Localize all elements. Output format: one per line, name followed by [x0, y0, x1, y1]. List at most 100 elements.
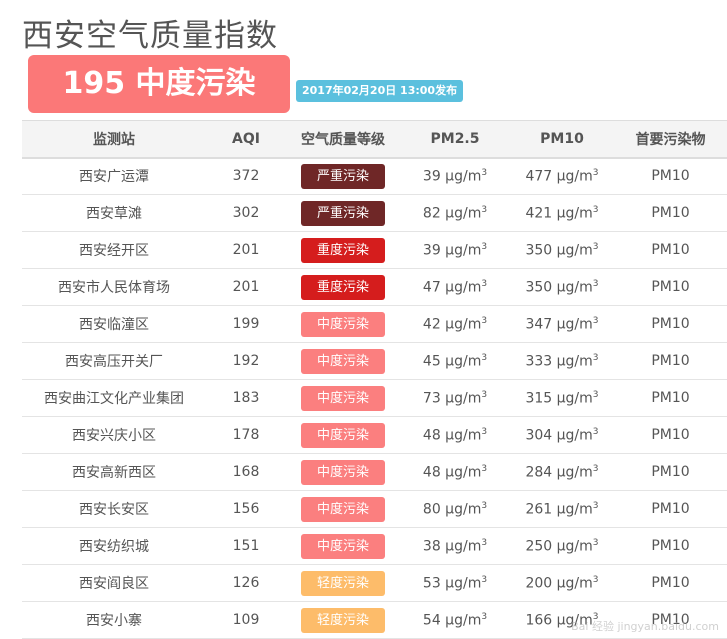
level-badge: 严重污染	[301, 200, 385, 226]
table-row: 西安经开区 201 重度污染 39 μg/m3 350 μg/m3 PM10	[22, 231, 727, 269]
station-name: 西安长安区	[79, 502, 149, 518]
table-row: 西安兴庆小区 178 中度污染 48 μg/m3 304 μg/m3 PM10	[22, 416, 727, 454]
level-badge: 轻度污染	[301, 607, 385, 633]
pm25-value: 80 μg/m	[422, 501, 482, 518]
level-badge: 中度污染	[301, 311, 385, 337]
unit-exponent: 3	[481, 278, 488, 289]
column-header-pm10: PM10	[510, 120, 614, 159]
pm25-cell: 53 μg/m3	[400, 564, 510, 602]
pm25-value: 48 μg/m	[422, 427, 482, 444]
unit-exponent: 3	[481, 574, 488, 585]
unit-exponent: 3	[481, 426, 488, 437]
aqi-value: 201	[232, 242, 260, 258]
level-cell: 中度污染	[286, 490, 400, 528]
column-header-station: 监测站	[22, 120, 206, 159]
station-name-cell: 西安纺织城	[22, 527, 206, 565]
aqi-cell: 192	[206, 342, 286, 380]
aqi-cell: 156	[206, 490, 286, 528]
aqi-value: 192	[232, 353, 260, 369]
primary-pollutant-cell: PM10	[614, 268, 727, 306]
level-cell: 中度污染	[286, 305, 400, 343]
unit-exponent: 3	[481, 352, 488, 363]
station-name: 西安市人民体育场	[58, 280, 170, 296]
unit-exponent: 3	[592, 537, 599, 548]
level-cell: 轻度污染	[286, 601, 400, 639]
column-header-pm25: PM2.5	[400, 120, 510, 159]
pm25-cell: 54 μg/m3	[400, 601, 510, 639]
pm25-value: 54 μg/m	[422, 612, 482, 629]
level-badge: 重度污染	[301, 274, 385, 300]
primary-pollutant-cell: PM10	[614, 231, 727, 269]
station-name-cell: 西安长安区	[22, 490, 206, 528]
station-name: 西安广运潭	[79, 169, 149, 186]
pm25-cell: 39 μg/m3	[400, 157, 510, 195]
aqi-value: 178	[232, 427, 260, 443]
aqi-cell: 302	[206, 194, 286, 232]
level-badge: 中度污染	[301, 385, 385, 411]
pm10-value: 477 μg/m	[525, 168, 593, 185]
unit-exponent: 3	[592, 204, 599, 215]
unit-exponent: 3	[592, 500, 599, 511]
pm10-value: 347 μg/m	[525, 316, 593, 333]
aqi-cell: 151	[206, 527, 286, 565]
station-name-cell: 西安阎良区	[22, 564, 206, 602]
unit-exponent: 3	[592, 426, 599, 437]
table-header-row: 监测站 AQI 空气质量等级 PM2.5 PM10 首要污染物	[22, 120, 727, 159]
pm25-cell: 47 μg/m3	[400, 268, 510, 306]
primary-pollutant: PM10	[651, 427, 690, 443]
station-name: 西安曲江文化产业集团	[44, 391, 184, 407]
unit-exponent: 3	[481, 463, 488, 474]
level-badge: 轻度污染	[301, 570, 385, 596]
publish-time-badge: 2017年02月20日 13:00发布	[296, 80, 464, 102]
pm10-cell: 250 μg/m3	[510, 527, 614, 565]
station-name-cell: 西安经开区	[22, 231, 206, 269]
pm25-value: 73 μg/m	[422, 390, 482, 407]
station-name-cell: 西安市人民体育场	[22, 268, 206, 306]
table-row: 西安草滩 302 严重污染 82 μg/m3 421 μg/m3 PM10	[22, 194, 727, 232]
primary-pollutant: PM10	[651, 242, 690, 258]
aqi-value: 201	[232, 279, 260, 295]
station-name: 西安阎良区	[79, 576, 149, 592]
table-row: 西安市人民体育场 201 重度污染 47 μg/m3 350 μg/m3 PM10	[22, 268, 727, 306]
unit-exponent: 3	[592, 167, 599, 178]
table-row: 西安广运潭 372 严重污染 39 μg/m3 477 μg/m3 PM10	[22, 157, 727, 195]
level-cell: 中度污染	[286, 453, 400, 491]
pm10-cell: 333 μg/m3	[510, 342, 614, 380]
aqi-cell: 109	[206, 601, 286, 639]
pm10-value: 333 μg/m	[525, 353, 593, 370]
pm25-value: 82 μg/m	[422, 205, 482, 222]
pm25-value: 38 μg/m	[422, 538, 482, 555]
station-name-cell: 西安高新西区	[22, 453, 206, 491]
station-name-cell: 西安临潼区	[22, 305, 206, 343]
level-cell: 重度污染	[286, 231, 400, 269]
level-badge: 重度污染	[301, 237, 385, 263]
level-cell: 中度污染	[286, 379, 400, 417]
primary-pollutant: PM10	[651, 205, 690, 221]
table-row: 西安阎良区 126 轻度污染 53 μg/m3 200 μg/m3 PM10	[22, 564, 727, 602]
pm25-value: 53 μg/m	[422, 575, 482, 592]
pm25-cell: 45 μg/m3	[400, 342, 510, 380]
station-name-cell: 西安曲江文化产业集团	[22, 379, 206, 417]
primary-pollutant: PM10	[651, 501, 690, 517]
pm10-cell: 315 μg/m3	[510, 379, 614, 417]
page-title: 西安空气质量指数	[22, 18, 278, 54]
station-name: 西安兴庆小区	[72, 428, 156, 444]
unit-exponent: 3	[481, 389, 488, 400]
primary-pollutant: PM10	[651, 575, 690, 591]
primary-pollutant-cell: PM10	[614, 416, 727, 454]
primary-pollutant: PM10	[651, 279, 690, 295]
aqi-value: 302	[232, 205, 260, 221]
primary-pollutant: PM10	[651, 538, 690, 554]
pm25-cell: 73 μg/m3	[400, 379, 510, 417]
aqi-cell: 178	[206, 416, 286, 454]
column-header-level: 空气质量等级	[286, 120, 400, 159]
pm25-value: 45 μg/m	[422, 353, 482, 370]
pm25-cell: 39 μg/m3	[400, 231, 510, 269]
pm25-value: 42 μg/m	[422, 316, 482, 333]
unit-exponent: 3	[481, 315, 488, 326]
level-badge: 中度污染	[301, 496, 385, 522]
table-row: 西安长安区 156 中度污染 80 μg/m3 261 μg/m3 PM10	[22, 490, 727, 528]
pm10-value: 200 μg/m	[525, 575, 593, 592]
station-name-cell: 西安兴庆小区	[22, 416, 206, 454]
station-name: 西安纺织城	[79, 539, 149, 555]
